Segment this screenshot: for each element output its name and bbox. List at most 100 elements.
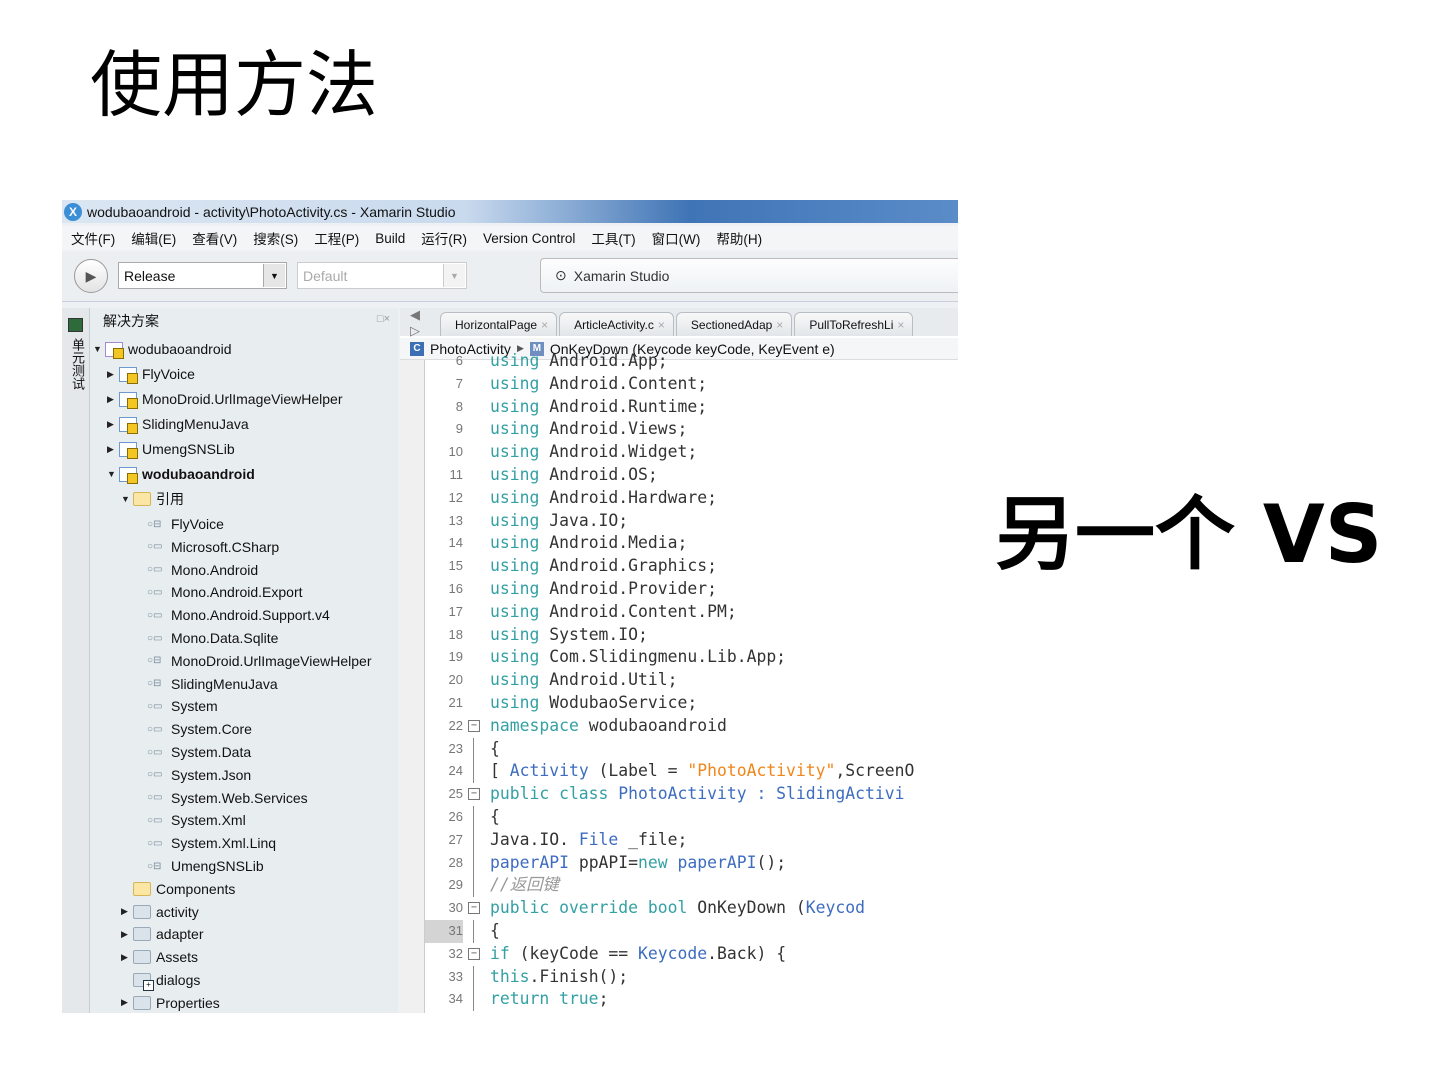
menu-item[interactable]: 帮助(H) — [716, 228, 762, 248]
tree-item-label: System.Web.Services — [171, 789, 308, 806]
line-number: 18 — [448, 626, 463, 642]
editor-tab[interactable]: ArticleActivity.c × — [559, 312, 674, 336]
expanded-arrow-icon: ▼ — [107, 469, 116, 479]
chevron-down-icon[interactable]: ▼ — [443, 264, 465, 287]
platform-select[interactable]: Default ▼ — [297, 262, 467, 289]
tree-item[interactable]: ○⊟ UmengSNSLib — [135, 855, 264, 877]
tree-item[interactable]: ○▭ System.Json — [135, 764, 251, 786]
tree-item[interactable]: ▶ MonoDroid.UrlImageViewHelper — [107, 388, 343, 410]
fold-toggle-icon[interactable]: − — [468, 902, 480, 915]
code-line: using Android.Media; — [490, 532, 687, 555]
class-icon: C — [410, 341, 424, 356]
fold-toggle-icon[interactable]: − — [468, 788, 480, 801]
tree-item[interactable]: ○▭ System.Web.Services — [135, 787, 308, 809]
menu-item[interactable]: 编辑(E) — [131, 228, 176, 248]
fold-toggle-icon[interactable]: − — [468, 947, 480, 960]
menu-item[interactable]: 文件(F) — [71, 228, 115, 248]
editor-tab[interactable]: SectionedAdap × — [675, 312, 793, 336]
tree-item[interactable]: ○▭ System.Xml.Linq — [135, 832, 276, 854]
tree-item[interactable]: ○▭ System.Core — [135, 718, 252, 740]
assembly-reference-icon: ○▭ — [147, 564, 163, 576]
status-icon: ⊙ — [555, 267, 567, 283]
line-number: 15 — [448, 558, 463, 574]
collapsed-arrow-icon: ▶ — [107, 393, 114, 404]
close-icon[interactable]: × — [776, 318, 783, 332]
close-icon[interactable]: × — [897, 318, 904, 332]
editor-tab[interactable]: HorizontalPage × — [440, 312, 558, 336]
tree-item[interactable]: ▶ Properties — [121, 992, 220, 1013]
tree-item[interactable]: ○▭ System.Xml — [135, 809, 246, 831]
chevron-down-icon[interactable]: ▼ — [263, 264, 285, 287]
tree-item[interactable]: ▶ adapter — [121, 923, 203, 945]
close-icon[interactable]: × — [541, 318, 548, 332]
code-token: "PhotoActivity" — [687, 761, 836, 781]
unit-test-side-tab[interactable]: 单元测试 — [62, 308, 90, 1013]
code-token: Keycode — [638, 943, 708, 963]
tree-item[interactable]: ▶ SlidingMenuJava — [107, 413, 249, 435]
tree-item[interactable]: ▼ wodubaoandroid — [93, 338, 232, 360]
code-area[interactable]: 6 using Android.App; 7 using Android.Conten… — [400, 351, 958, 1013]
tree-item[interactable]: ▼ wodubaoandroid — [107, 463, 255, 485]
tree-item[interactable]: ▶ FlyVoice — [107, 363, 195, 385]
collapsed-arrow-icon: ▶ — [107, 418, 114, 429]
tree-item[interactable]: ○▭ Mono.Android.Export — [135, 581, 303, 603]
menu-item[interactable]: 工具(T) — [591, 228, 635, 248]
tree-item[interactable]: ▶ activity — [121, 901, 199, 923]
code-token: using — [490, 465, 550, 484]
tree-item-label: System.Core — [171, 721, 252, 738]
code-editor: ◀ ▷ HorizontalPage × ArticleActivity.c × Sec… — [400, 307, 958, 1013]
run-button[interactable]: ▶ — [74, 259, 108, 293]
toolbar: ▶ Release ▼ Default ▼ ⊙ Xamarin Studio — [62, 252, 958, 302]
slide-title: 使用方法 — [90, 43, 379, 127]
code-token: Android.Views; — [549, 419, 688, 439]
tree-item[interactable]: ○▭ Mono.Android — [135, 559, 258, 581]
assembly-reference-icon: ○▭ — [147, 700, 163, 712]
tree-item[interactable]: Components — [121, 878, 235, 900]
code-line: using Android.Content; — [490, 373, 707, 396]
tree-item[interactable]: ○⊟ FlyVoice — [135, 513, 224, 535]
tree-item[interactable]: ○▭ Mono.Data.Sqlite — [135, 627, 278, 649]
code-token: Keycod — [805, 898, 866, 918]
tree-item[interactable]: ▶ Assets — [121, 946, 198, 968]
close-icon[interactable]: × — [658, 318, 665, 332]
editor-tab[interactable]: PullToRefreshLi × — [794, 312, 914, 336]
tree-item[interactable]: ▼ 引用 — [121, 488, 184, 510]
menu-item[interactable]: 搜索(S) — [253, 228, 298, 248]
line-number: 29 — [448, 877, 463, 893]
config-value: Release — [124, 267, 176, 284]
tree-item[interactable]: ○▭ Microsoft.CSharp — [135, 536, 279, 558]
tree-item[interactable]: ▶ UmengSNSLib — [107, 438, 235, 460]
config-select[interactable]: Release ▼ — [118, 262, 287, 289]
tab-nav-arrows[interactable]: ◀ ▷ — [410, 307, 440, 338]
folder-icon — [133, 904, 151, 919]
menu-item[interactable]: 运行(R) — [421, 228, 467, 248]
line-number: 11 — [449, 467, 464, 482]
menu-bar: 文件(F) 编辑(E) 查看(V) 搜索(S) 工程(P) Build 运行(R) Versi… — [62, 226, 958, 250]
tree-item[interactable]: ○⊟ MonoDroid.UrlImageViewHelper — [135, 650, 372, 672]
tree-item-label: System.Xml.Linq — [171, 835, 277, 852]
folder-icon — [133, 881, 151, 896]
menu-item[interactable]: 查看(V) — [192, 228, 237, 248]
code-token: this — [490, 966, 530, 986]
tree-item[interactable]: ○▭ Mono.Android.Support.v4 — [135, 604, 330, 626]
code-line: Java.IO. File _file; — [490, 829, 687, 852]
menu-item[interactable]: Version Control — [483, 231, 575, 246]
line-number: 20 — [448, 672, 463, 688]
code-token: _file; — [618, 829, 688, 849]
code-token: using — [490, 533, 550, 553]
pad-close-buttons[interactable]: □× — [377, 313, 390, 325]
code-token: public override bool — [490, 898, 698, 918]
tree-item[interactable]: dialogs — [121, 969, 200, 991]
tree-item[interactable]: ○⊟ SlidingMenuJava — [135, 673, 278, 695]
tree-item[interactable]: ○▭ System — [135, 695, 218, 717]
menu-item[interactable]: 窗口(W) — [652, 228, 701, 248]
menu-item[interactable]: Build — [375, 231, 405, 246]
line-number: 13 — [448, 512, 463, 528]
code-line: using Android.Widget; — [490, 441, 697, 464]
assembly-reference-icon: ○▭ — [147, 746, 163, 758]
fold-toggle-icon[interactable]: − — [468, 719, 480, 732]
line-number: 33 — [448, 968, 463, 984]
tree-item[interactable]: ○▭ System.Data — [135, 741, 251, 763]
code-line: using Android.Content.PM; — [490, 601, 737, 624]
menu-item[interactable]: 工程(P) — [314, 228, 359, 248]
